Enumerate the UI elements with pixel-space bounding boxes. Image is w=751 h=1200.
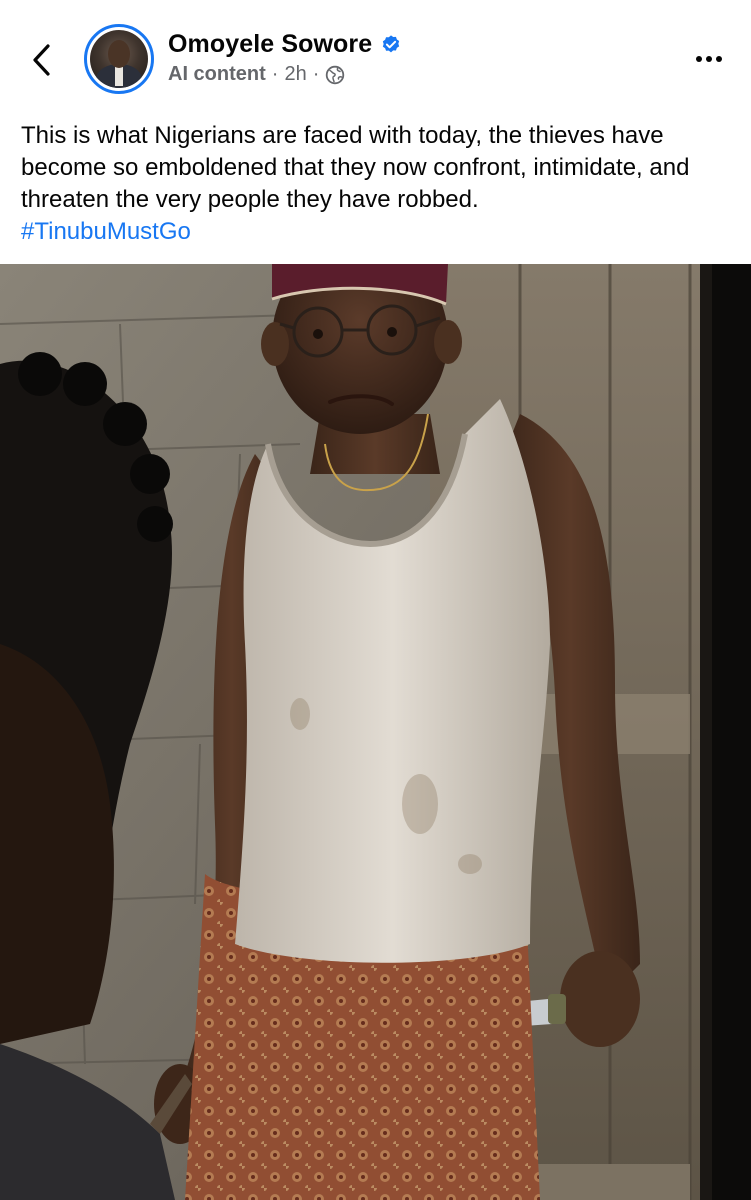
meta-separator: ·: [312, 63, 320, 85]
post-body-text: This is what Nigerians are faced with to…: [21, 122, 690, 213]
more-horizontal-icon: [716, 56, 722, 62]
more-horizontal-icon: [706, 56, 712, 62]
post-time[interactable]: 2h: [284, 63, 306, 86]
more-horizontal-icon: [696, 56, 702, 62]
globe-icon[interactable]: [325, 65, 345, 85]
ai-content-label[interactable]: AI content: [168, 63, 266, 86]
post-caption: This is what Nigerians are faced with to…: [21, 120, 736, 248]
more-options-button[interactable]: [690, 44, 728, 74]
chevron-left-icon: [33, 44, 50, 76]
post-meta: AI content · 2h ·: [168, 63, 345, 86]
back-button[interactable]: [26, 40, 56, 80]
photo-illustration: [0, 264, 751, 1200]
post-photo[interactable]: [0, 264, 751, 1200]
avatar-image: [90, 30, 148, 88]
post-header: Omoyele Sowore AI content · 2h ·: [0, 0, 751, 110]
verified-badge-icon: [383, 34, 400, 52]
author-avatar[interactable]: [84, 24, 154, 94]
author-name[interactable]: Omoyele Sowore: [168, 30, 372, 59]
author-name-row: Omoyele Sowore: [168, 30, 402, 59]
meta-separator: ·: [271, 63, 279, 85]
hashtag-link[interactable]: #TinubuMustGo: [21, 218, 191, 245]
